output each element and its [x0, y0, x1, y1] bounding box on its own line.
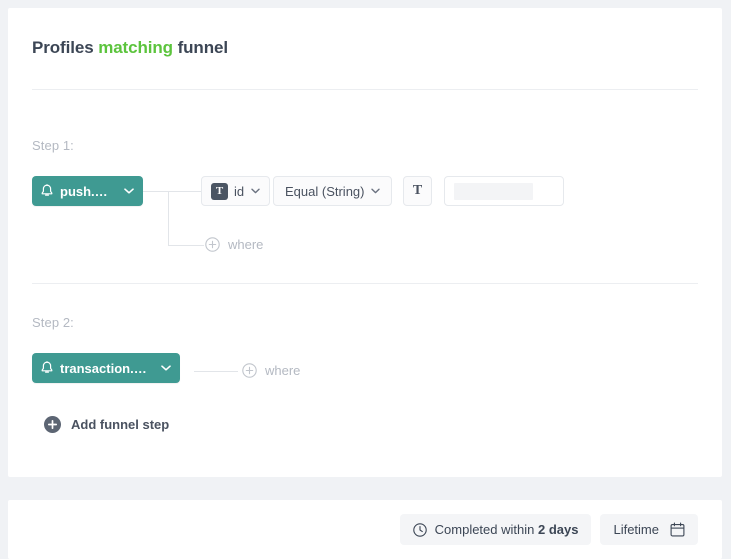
bell-icon: [41, 184, 53, 198]
lifetime-label: Lifetime: [613, 522, 659, 537]
funnel-editor-page: Profiles matching funnel Step 1: push.vi…: [0, 0, 731, 559]
value-placeholder-skeleton: [454, 183, 533, 200]
connector-line-horizontal: [143, 191, 201, 192]
divider-between-steps: [32, 283, 698, 284]
plus-circle-icon: [242, 363, 257, 378]
chevron-down-icon: [251, 188, 260, 194]
step-1-operator-selector[interactable]: Equal (String): [273, 176, 392, 206]
completed-within-button[interactable]: Completed within 2 days: [400, 514, 592, 545]
step-1-property-name: id: [234, 184, 244, 199]
funnel-card: Profiles matching funnel Step 1: push.vi…: [8, 8, 722, 477]
step-2-event-name: transaction.c...: [60, 361, 151, 376]
string-type-glyph: T: [216, 186, 223, 197]
plus-circle-icon: [205, 237, 220, 252]
footer-button-group: Completed within 2 days Lifetime: [400, 514, 698, 545]
clock-icon: [413, 523, 427, 537]
completed-within-label: Completed within 2 days: [435, 522, 579, 537]
divider-top: [32, 89, 698, 90]
chevron-down-icon: [161, 365, 171, 371]
chevron-down-icon: [371, 188, 380, 194]
step-2-where-label: where: [265, 363, 300, 378]
connector-line-step2: [194, 371, 238, 372]
text-type-icon: T: [413, 184, 422, 198]
step-1-where-label: where: [228, 237, 263, 252]
page-title-suffix: funnel: [178, 38, 228, 57]
step-1-value-input[interactable]: [444, 176, 564, 206]
step-1-operator-label: Equal (String): [285, 184, 364, 199]
step-1-property-selector[interactable]: T id: [201, 176, 270, 206]
page-title-prefix: Profiles: [32, 38, 94, 57]
page-title: Profiles matching funnel: [32, 38, 228, 58]
connector-line-vertical: [168, 191, 169, 246]
bell-icon: [41, 361, 53, 375]
completed-within-prefix: Completed within: [435, 522, 535, 537]
step-1-event-selector[interactable]: push.view: [32, 176, 143, 206]
completed-within-value: 2 days: [538, 522, 578, 537]
plus-circle-filled-icon: [44, 416, 61, 433]
step-2-label: Step 2:: [32, 315, 74, 330]
step-1-event-name: push.view: [60, 184, 114, 199]
step-2-event-selector[interactable]: transaction.c...: [32, 353, 180, 383]
add-funnel-step-label: Add funnel step: [71, 417, 169, 432]
step-2-add-where-button[interactable]: where: [242, 363, 300, 378]
chevron-down-icon: [124, 188, 134, 194]
step-1-label: Step 1:: [32, 138, 74, 153]
connector-line-branch: [168, 245, 204, 246]
add-funnel-step-button[interactable]: Add funnel step: [44, 416, 169, 433]
string-type-icon: T: [211, 183, 228, 200]
step-1-value-type-toggle[interactable]: T: [403, 176, 432, 206]
page-title-highlight: matching: [98, 38, 173, 57]
footer-card: Completed within 2 days Lifetime: [8, 500, 722, 559]
calendar-icon: [670, 522, 685, 537]
step-1-add-where-button[interactable]: where: [205, 237, 263, 252]
lifetime-button[interactable]: Lifetime: [600, 514, 698, 545]
